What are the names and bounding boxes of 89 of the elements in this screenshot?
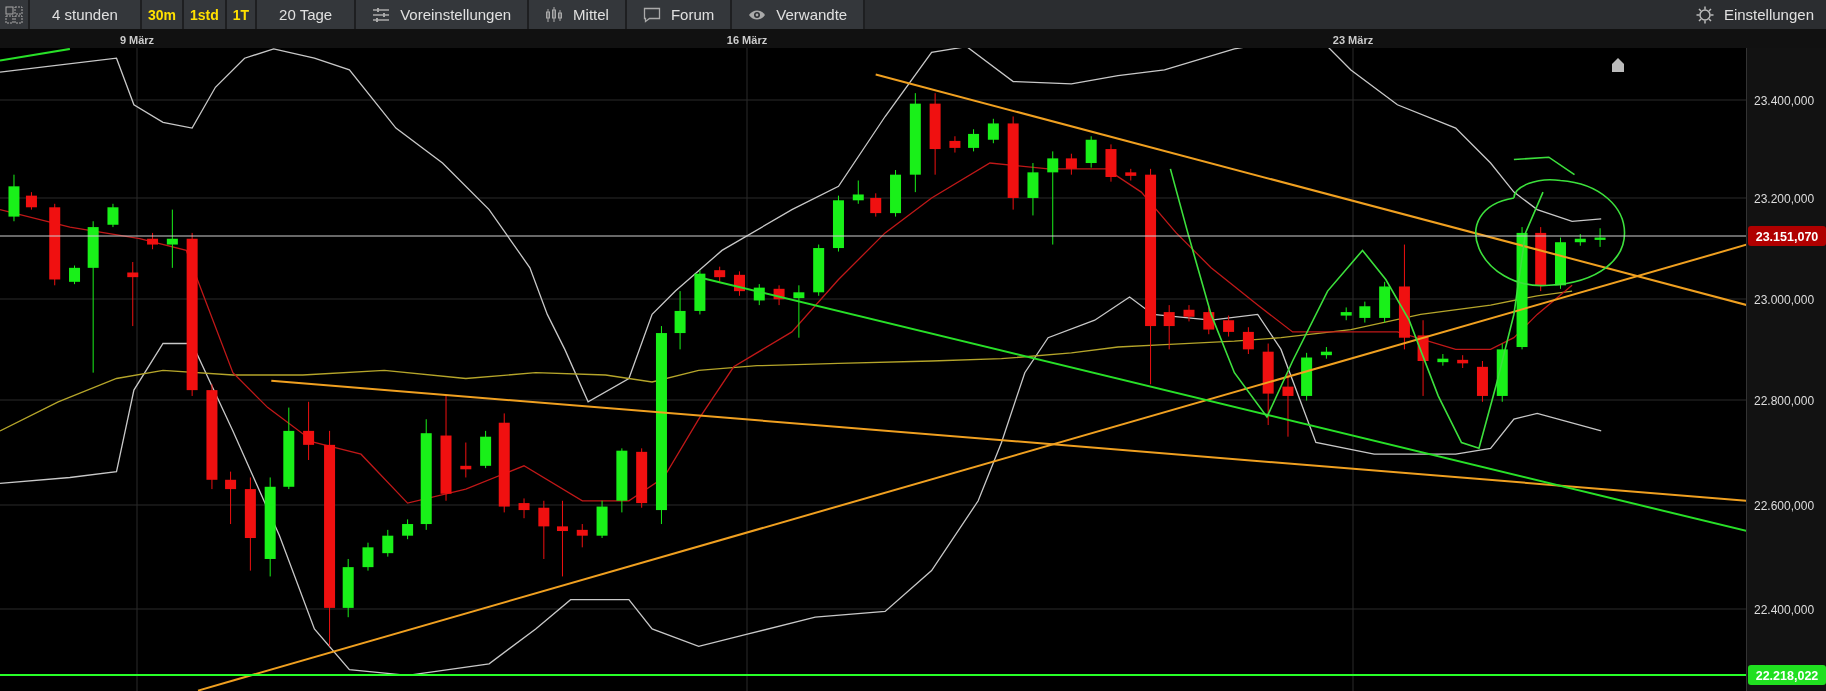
menu-button[interactable]: Mittel (529, 0, 627, 29)
candlestick (480, 430, 492, 469)
candlestick (25, 191, 37, 211)
candlestick (1320, 346, 1332, 360)
date-label: 23 März (1332, 34, 1374, 46)
candlestick (303, 401, 315, 461)
price-label: 23.400,000 (1754, 94, 1815, 108)
candlestick (225, 471, 237, 525)
candlestick (813, 244, 825, 297)
current-price-label: 23.151,070 (1748, 226, 1826, 246)
price-label: 22.800,000 (1754, 394, 1815, 408)
candlestick (402, 518, 414, 540)
candlestick (460, 442, 472, 478)
grid-icon (5, 5, 23, 24)
candlestick (382, 529, 394, 558)
interval-button[interactable]: 1T (226, 0, 258, 29)
candlestick (1359, 301, 1371, 324)
price-label: 22.400,000 (1754, 603, 1815, 617)
candlestick (793, 284, 805, 339)
candlestick (1085, 135, 1097, 169)
candlestick (870, 192, 882, 218)
candlestick (1203, 306, 1215, 335)
candlestick (596, 500, 608, 539)
range-button[interactable]: 4 stunden (30, 0, 142, 29)
candlestick (1242, 326, 1254, 355)
candlestick (1555, 237, 1566, 290)
candlestick (8, 174, 20, 222)
candlestick (714, 266, 726, 283)
support-price-label: 22.218,022 (1748, 665, 1826, 685)
candlestick (1105, 143, 1117, 183)
home-icon (1612, 58, 1624, 72)
candlestick (1065, 153, 1077, 176)
candlestick (832, 195, 844, 253)
candlestick (949, 135, 961, 154)
candlestick (147, 232, 159, 250)
candlestick (734, 270, 745, 297)
candlestick (773, 284, 785, 306)
layout-button[interactable] (0, 0, 30, 29)
candlestick (1282, 372, 1294, 438)
candlestick (968, 128, 980, 152)
price-label: 23.200,000 (1754, 192, 1815, 206)
candlestick (538, 500, 550, 560)
interval-button[interactable]: 30m (141, 0, 184, 29)
candlestick (1457, 354, 1469, 369)
candlestick (674, 290, 686, 350)
settings-icon (1695, 5, 1714, 24)
candlestick (1437, 353, 1449, 367)
candlestick (1496, 343, 1508, 403)
candlestick (107, 203, 119, 228)
candlestick-icon (545, 5, 564, 24)
candlestick (342, 558, 354, 618)
candlestick (576, 523, 588, 548)
candlestick (1594, 227, 1606, 248)
candlestick (852, 180, 864, 205)
candlestick (1379, 281, 1391, 324)
candlestick (1027, 162, 1039, 216)
candlestick (694, 269, 706, 315)
candlestick (987, 118, 999, 144)
speech-bubble-icon (642, 5, 661, 24)
interval-button[interactable]: 1std (183, 0, 227, 29)
candlestick (362, 542, 374, 572)
settings-button[interactable]: Einstellungen (1683, 0, 1826, 29)
candlestick (1535, 226, 1547, 292)
candlestick (753, 283, 765, 306)
candlestick (1183, 304, 1195, 322)
candlestick (616, 447, 628, 513)
date-label: 9 März (119, 34, 155, 46)
candlestick (518, 497, 530, 519)
candlestick (1163, 304, 1175, 350)
price-label: 23.000,000 (1754, 293, 1815, 307)
candlestick (1476, 360, 1488, 403)
menu-button[interactable]: Voreinstellungen (356, 0, 530, 29)
range-button[interactable]: 20 Tage (257, 0, 357, 29)
menu-button[interactable]: Verwandte (732, 0, 866, 29)
candlestick (166, 209, 178, 269)
menu-button[interactable]: Forum (626, 0, 733, 29)
sliders-icon (372, 5, 391, 24)
candlestick (890, 169, 902, 218)
candlestick (636, 447, 648, 509)
candlestick (1223, 315, 1235, 338)
candlestick (69, 265, 81, 285)
candlestick (1125, 168, 1137, 181)
candlestick (1340, 306, 1352, 321)
candlestick (127, 261, 139, 327)
date-label: 16 März (726, 34, 768, 46)
price-label: 22.600,000 (1754, 499, 1815, 513)
candlestick (1574, 233, 1586, 247)
trend-line (0, 48, 71, 62)
candlestick (1301, 352, 1313, 402)
